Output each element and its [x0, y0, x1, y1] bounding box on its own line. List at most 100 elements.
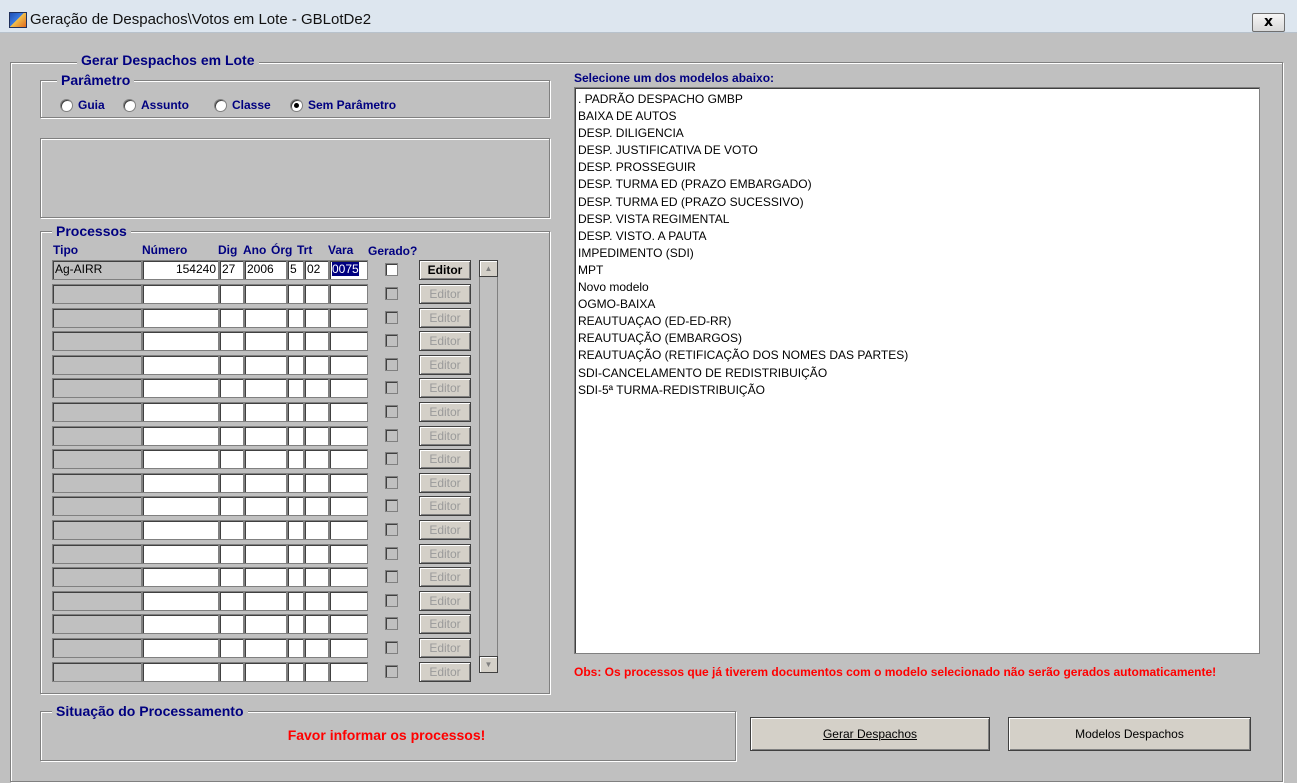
row-dig[interactable]: [219, 449, 244, 470]
row-ano[interactable]: [244, 496, 287, 517]
row-gerado-checkbox[interactable]: [385, 570, 398, 584]
row-gerado-checkbox[interactable]: [385, 499, 398, 513]
editor-button[interactable]: Editor: [419, 543, 471, 564]
row-gerado-checkbox[interactable]: [385, 475, 398, 489]
modelo-item[interactable]: BAIXA DE AUTOS: [578, 108, 1256, 125]
modelo-item[interactable]: . PADRÃO DESPACHO GMBP: [578, 91, 1256, 108]
row-org[interactable]: [287, 354, 304, 375]
row-org[interactable]: [287, 402, 304, 422]
row-tipo[interactable]: [52, 378, 142, 399]
modelo-item[interactable]: DESP. JUSTIFICATIVA DE VOTO: [578, 142, 1256, 159]
editor-button[interactable]: Editor: [419, 638, 471, 658]
row-numero[interactable]: [142, 307, 219, 328]
row-numero[interactable]: [142, 567, 219, 588]
row-vara[interactable]: [329, 520, 368, 540]
row-org[interactable]: [287, 496, 304, 517]
row-ano[interactable]: [244, 543, 287, 564]
row-trt[interactable]: [304, 425, 329, 446]
row-numero[interactable]: [142, 402, 219, 422]
editor-button[interactable]: Editor: [419, 472, 471, 493]
row-tipo[interactable]: [52, 543, 142, 564]
row-dig[interactable]: [219, 307, 244, 328]
row-dig[interactable]: [219, 402, 244, 422]
row-vara[interactable]: [329, 284, 368, 304]
row-org[interactable]: [287, 378, 304, 399]
row-trt[interactable]: 02: [304, 260, 329, 280]
row-dig[interactable]: [219, 590, 244, 611]
row-numero[interactable]: [142, 543, 219, 564]
editor-button[interactable]: Editor: [419, 614, 471, 635]
row-ano[interactable]: [244, 567, 287, 588]
row-vara[interactable]: [329, 661, 368, 682]
row-dig[interactable]: [219, 543, 244, 564]
row-tipo[interactable]: [52, 567, 142, 588]
row-numero[interactable]: [142, 638, 219, 658]
row-org[interactable]: [287, 307, 304, 328]
editor-button[interactable]: Editor: [419, 331, 471, 352]
row-trt[interactable]: [304, 284, 329, 304]
editor-button[interactable]: Editor: [419, 425, 471, 446]
row-trt[interactable]: [304, 520, 329, 540]
row-org[interactable]: [287, 590, 304, 611]
row-org[interactable]: [287, 520, 304, 540]
row-dig[interactable]: [219, 661, 244, 682]
editor-button[interactable]: Editor: [419, 284, 471, 304]
row-ano[interactable]: [244, 402, 287, 422]
row-trt[interactable]: [304, 307, 329, 328]
row-dig[interactable]: [219, 496, 244, 517]
row-numero[interactable]: [142, 354, 219, 375]
row-trt[interactable]: [304, 378, 329, 399]
modelos-despachos-button[interactable]: Modelos Despachos: [1008, 717, 1251, 751]
row-numero[interactable]: [142, 284, 219, 304]
modelo-item[interactable]: Novo modelo: [578, 279, 1256, 296]
editor-button[interactable]: Editor: [419, 661, 471, 682]
modelo-item[interactable]: MPT: [578, 262, 1256, 279]
row-tipo[interactable]: [52, 402, 142, 422]
row-vara[interactable]: [329, 354, 368, 375]
editor-button[interactable]: Editor: [419, 378, 471, 399]
row-trt[interactable]: [304, 402, 329, 422]
row-vara[interactable]: [329, 567, 368, 588]
row-vara[interactable]: 0075: [329, 260, 368, 280]
editor-button[interactable]: Editor: [419, 260, 471, 280]
row-numero[interactable]: [142, 472, 219, 493]
row-tipo[interactable]: [52, 496, 142, 517]
row-org[interactable]: [287, 472, 304, 493]
row-vara[interactable]: [329, 496, 368, 517]
modelo-item[interactable]: SDI-5ª TURMA-REDISTRIBUIÇÃO: [578, 382, 1256, 399]
row-gerado-checkbox[interactable]: [385, 664, 398, 678]
row-gerado-checkbox[interactable]: [385, 381, 398, 395]
modelo-item[interactable]: DESP. DILIGENCIA: [578, 125, 1256, 142]
editor-button[interactable]: Editor: [419, 567, 471, 588]
radio-guia[interactable]: [60, 99, 73, 112]
row-dig[interactable]: [219, 354, 244, 375]
row-gerado-checkbox[interactable]: [385, 546, 398, 560]
row-dig[interactable]: [219, 614, 244, 635]
editor-button[interactable]: Editor: [419, 449, 471, 470]
row-vara[interactable]: [329, 590, 368, 611]
row-vara[interactable]: [329, 638, 368, 658]
row-tipo[interactable]: [52, 307, 142, 328]
row-ano[interactable]: [244, 520, 287, 540]
row-dig[interactable]: [219, 472, 244, 493]
row-gerado-checkbox[interactable]: [385, 617, 398, 631]
row-gerado-checkbox[interactable]: [385, 334, 398, 348]
row-dig[interactable]: [219, 378, 244, 399]
modelo-item[interactable]: OGMO-BAIXA: [578, 296, 1256, 313]
row-ano[interactable]: [244, 638, 287, 658]
row-trt[interactable]: [304, 354, 329, 375]
row-trt[interactable]: [304, 638, 329, 658]
row-gerado-checkbox[interactable]: [385, 263, 398, 276]
row-gerado-checkbox[interactable]: [385, 310, 398, 324]
row-gerado-checkbox[interactable]: [385, 593, 398, 607]
row-numero[interactable]: [142, 378, 219, 399]
row-ano[interactable]: [244, 614, 287, 635]
row-dig[interactable]: [219, 638, 244, 658]
modelo-item[interactable]: SDI-CANCELAMENTO DE REDISTRIBUIÇÃO: [578, 365, 1256, 382]
row-tipo[interactable]: [52, 638, 142, 658]
row-ano[interactable]: [244, 331, 287, 352]
editor-button[interactable]: Editor: [419, 354, 471, 375]
modelo-item[interactable]: DESP. TURMA ED (PRAZO SUCESSIVO): [578, 194, 1256, 211]
row-dig[interactable]: [219, 567, 244, 588]
modelo-item[interactable]: IMPEDIMENTO (SDI): [578, 245, 1256, 262]
